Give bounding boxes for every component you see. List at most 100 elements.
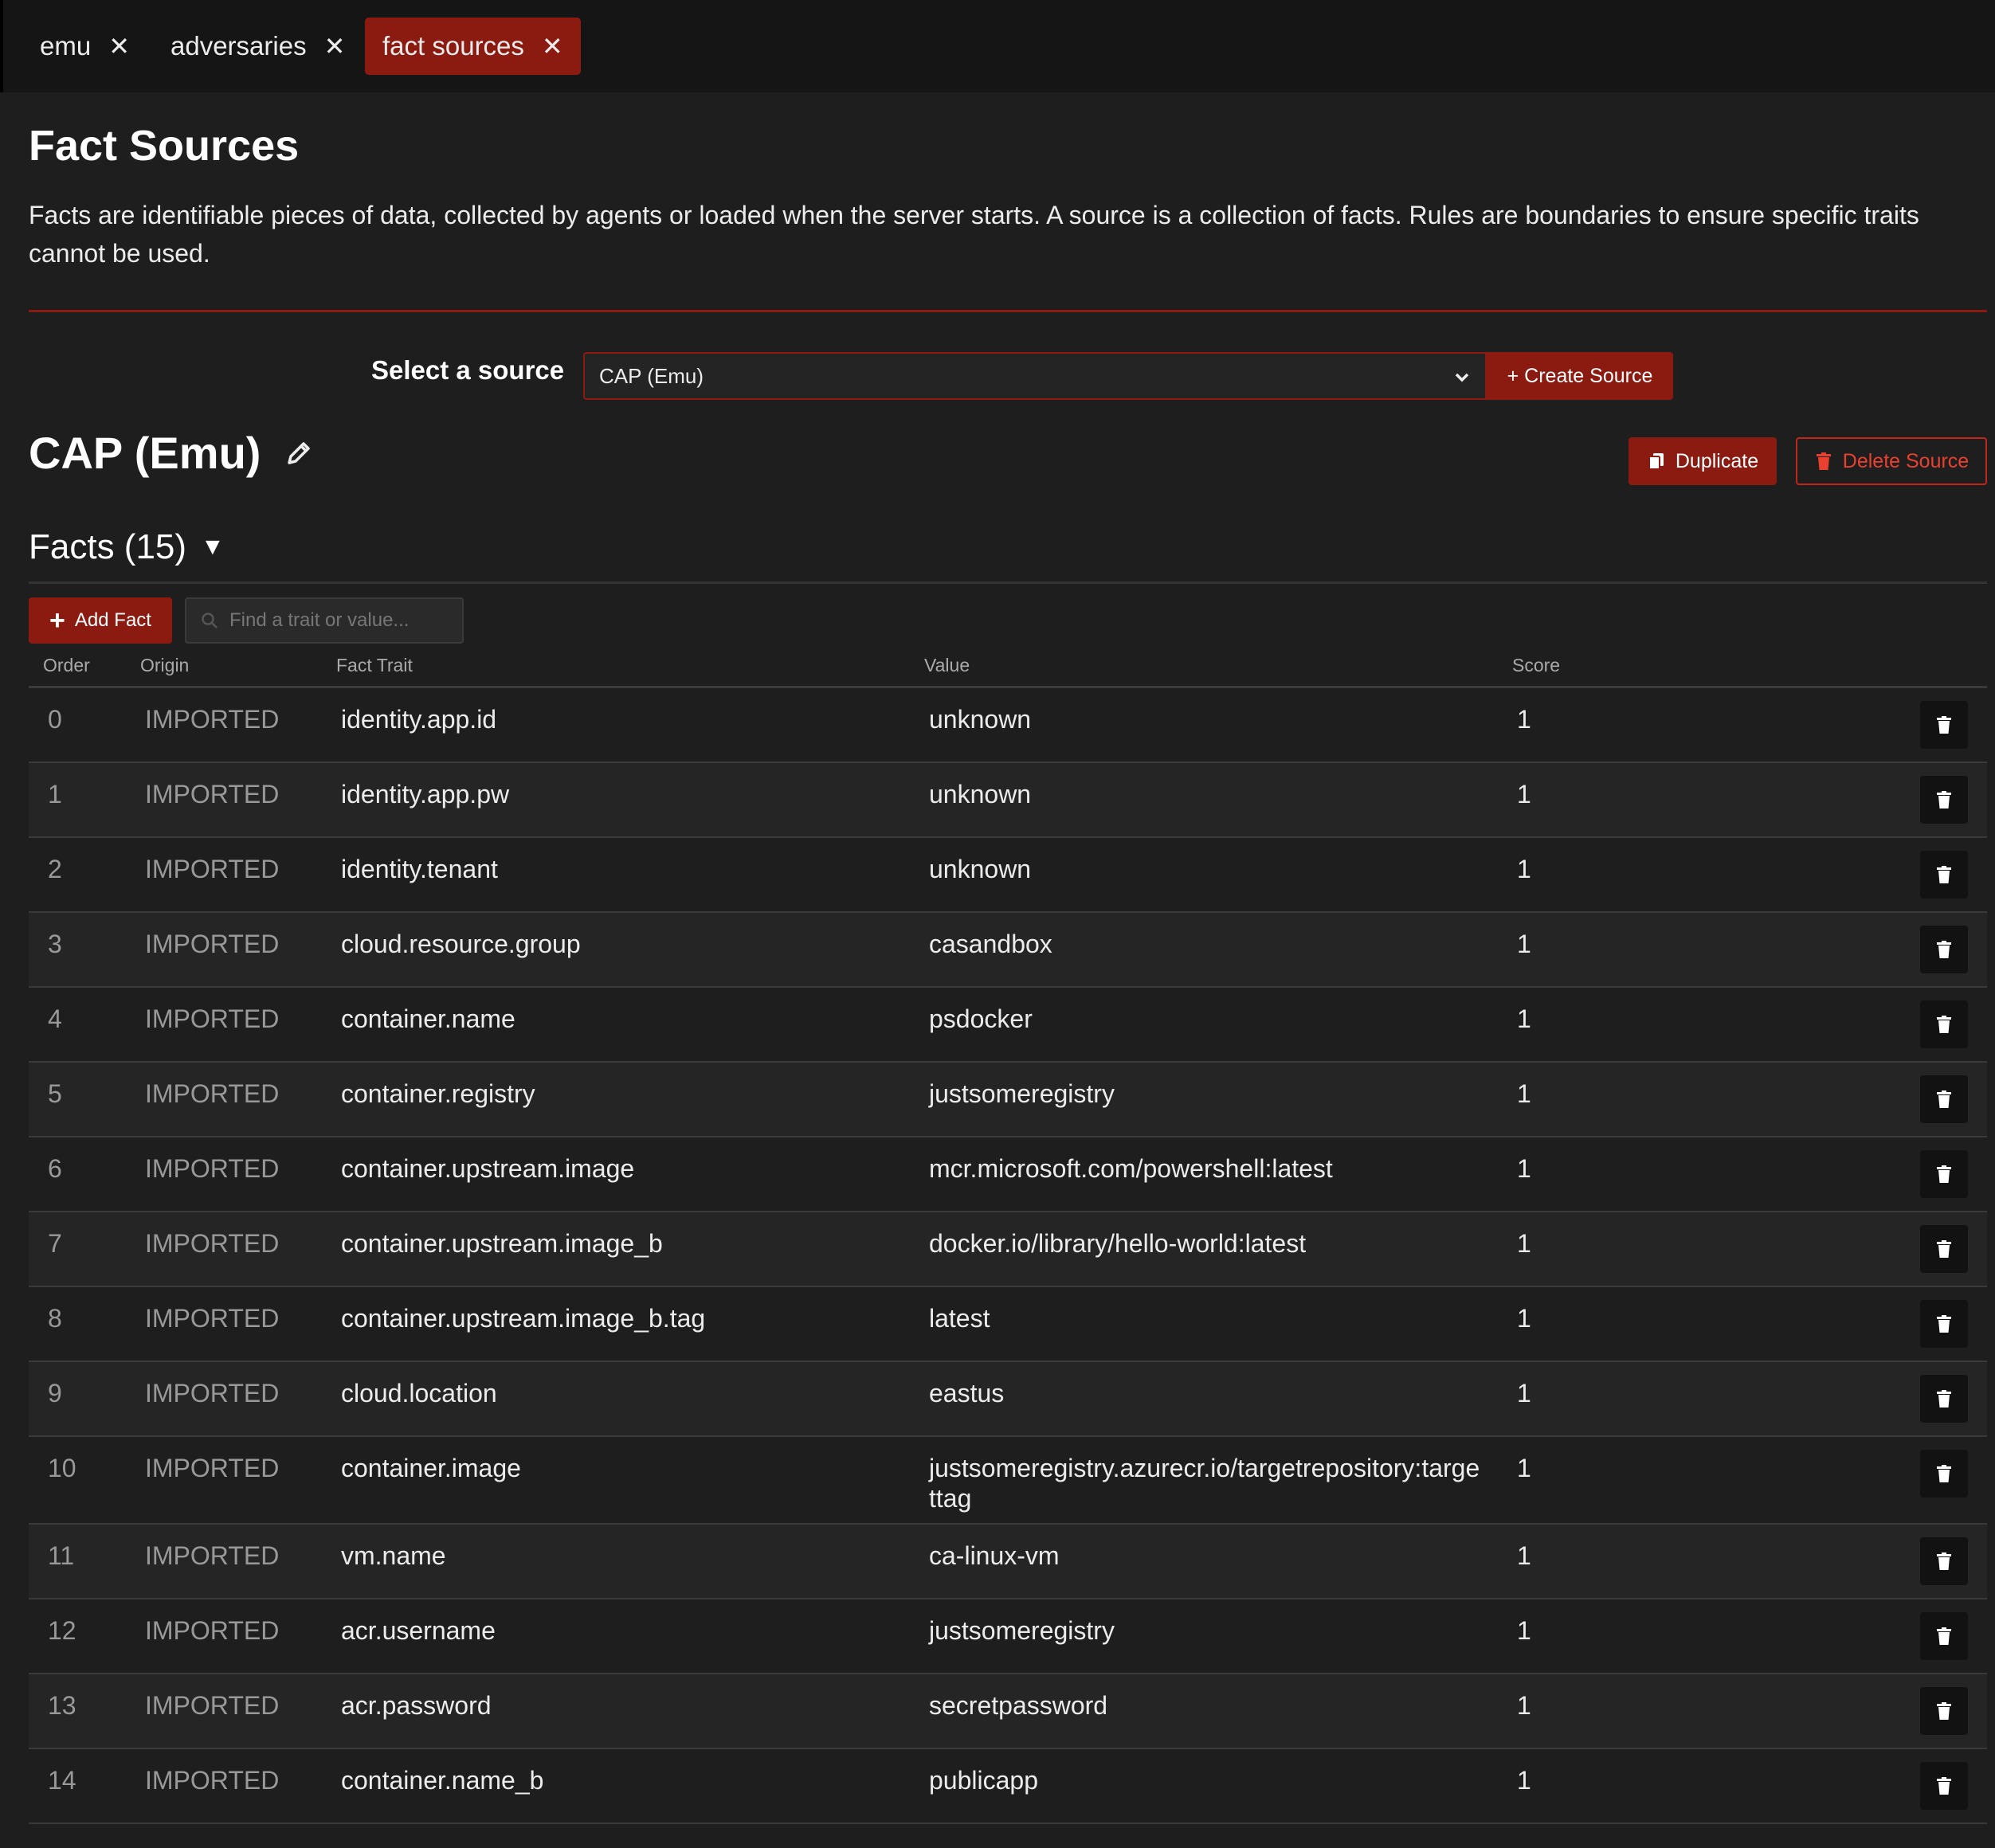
duplicate-button[interactable]: Duplicate: [1629, 437, 1777, 485]
facts-toggle[interactable]: Facts (15) ▼: [29, 527, 225, 567]
cell-origin: IMPORTED: [145, 930, 280, 958]
cell-origin: IMPORTED: [145, 1229, 280, 1258]
table-row: 7 IMPORTED container.upstream.image_b docke…: [29, 1212, 1987, 1287]
trash-icon: [1937, 1390, 1951, 1408]
delete-fact-button[interactable]: [1920, 1375, 1968, 1423]
cell-trait: vm.name: [341, 1541, 446, 1570]
delete-fact-button[interactable]: [1920, 1687, 1968, 1735]
tab-fact-sources[interactable]: fact sources ✕: [365, 18, 581, 75]
copy-icon: [1648, 453, 1664, 470]
divider: [29, 310, 1987, 312]
trash-icon: [1937, 1465, 1951, 1482]
cell-order: 0: [48, 705, 62, 734]
cell-order: 7: [48, 1229, 62, 1258]
create-source-button[interactable]: + Create Source: [1487, 352, 1673, 400]
trash-icon: [1937, 791, 1951, 808]
cell-score: 1: [1517, 1154, 1531, 1183]
close-icon[interactable]: ✕: [542, 31, 563, 61]
cell-origin: IMPORTED: [145, 1454, 280, 1482]
cell-value: secretpassword: [929, 1691, 1108, 1720]
cell-score: 1: [1517, 1304, 1531, 1333]
delete-fact-button[interactable]: [1920, 1000, 1968, 1048]
cell-value: ca-linux-vm: [929, 1541, 1060, 1570]
table-row: 12 IMPORTED acr.username justsomeregistry 1: [29, 1599, 1987, 1674]
trash-icon: [1937, 1552, 1951, 1570]
cell-trait: container.name: [341, 1004, 515, 1033]
cell-value: eastus: [929, 1379, 1005, 1408]
cell-value: psdocker: [929, 1004, 1033, 1033]
delete-fact-button[interactable]: [1920, 851, 1968, 899]
delete-fact-button[interactable]: [1920, 1762, 1968, 1810]
delete-fact-button[interactable]: [1920, 926, 1968, 973]
search-input[interactable]: [229, 609, 453, 632]
table-row: 4 IMPORTED container.name psdocker 1: [29, 988, 1987, 1063]
delete-fact-button[interactable]: [1920, 1075, 1968, 1123]
delete-fact-button[interactable]: [1920, 1612, 1968, 1660]
delete-fact-button[interactable]: [1920, 1225, 1968, 1273]
cell-score: 1: [1517, 1616, 1531, 1645]
cell-origin: IMPORTED: [145, 1541, 280, 1570]
tab-emu[interactable]: emu ✕: [22, 18, 147, 75]
delete-fact-button[interactable]: [1920, 1150, 1968, 1198]
delete-fact-button[interactable]: [1920, 1537, 1968, 1585]
cell-value: justsomeregistry: [929, 1616, 1115, 1645]
trash-icon: [1937, 1777, 1951, 1795]
trash-icon: [1937, 866, 1951, 883]
close-icon[interactable]: ✕: [108, 31, 130, 61]
pencil-icon[interactable]: [284, 439, 313, 468]
cell-order: 14: [48, 1766, 76, 1795]
facts-table: 0 IMPORTED identity.app.id unknown 1 1 IMPORTE…: [29, 688, 1987, 1824]
fact-search[interactable]: [185, 597, 464, 644]
table-row: 13 IMPORTED acr.password secretpassword 1: [29, 1674, 1987, 1749]
delete-source-button[interactable]: Delete Source: [1796, 437, 1987, 485]
add-fact-label: Add Fact: [74, 609, 151, 631]
close-icon[interactable]: ✕: [324, 31, 346, 61]
cell-score: 1: [1517, 855, 1531, 883]
duplicate-label: Duplicate: [1675, 449, 1759, 472]
column-header-score: Score: [1512, 655, 1561, 675]
trash-icon: [1937, 1090, 1951, 1108]
plus-icon: +: [49, 605, 65, 636]
cell-origin: IMPORTED: [145, 780, 280, 808]
trash-icon: [1816, 452, 1831, 470]
cell-trait: acr.password: [341, 1691, 492, 1720]
cell-order: 1: [48, 780, 62, 808]
tab-label: fact sources: [382, 31, 524, 61]
delete-fact-button[interactable]: [1920, 701, 1968, 749]
cell-order: 10: [48, 1454, 76, 1482]
cell-trait: acr.username: [341, 1616, 496, 1645]
table-row: 14 IMPORTED container.name_b publicapp 1: [29, 1749, 1987, 1824]
cell-origin: IMPORTED: [145, 855, 280, 883]
cell-origin: IMPORTED: [145, 1766, 280, 1795]
column-header-order: Order: [43, 655, 90, 675]
cell-origin: IMPORTED: [145, 1691, 280, 1720]
trash-icon: [1937, 1315, 1951, 1333]
table-row: 6 IMPORTED container.upstream.image mcr.mic…: [29, 1137, 1987, 1212]
cell-order: 6: [48, 1154, 62, 1183]
cell-order: 11: [48, 1541, 75, 1570]
cell-order: 3: [48, 930, 62, 958]
delete-fact-button[interactable]: [1920, 776, 1968, 824]
table-row: 8 IMPORTED container.upstream.image_b.tag l…: [29, 1287, 1987, 1362]
cell-value: unknown: [929, 780, 1032, 808]
table-row: 11 IMPORTED vm.name ca-linux-vm 1: [29, 1525, 1987, 1599]
cell-order: 8: [48, 1304, 62, 1333]
cell-value: justsomeregistry: [929, 1079, 1115, 1108]
trash-icon: [1937, 1016, 1951, 1033]
delete-fact-button[interactable]: [1920, 1300, 1968, 1348]
cell-value: casandbox: [929, 930, 1052, 958]
facts-header: Facts (15): [29, 527, 187, 566]
source-select[interactable]: CAP (Emu): [583, 352, 1487, 400]
page-title: Fact Sources: [29, 122, 300, 170]
cell-trait: cloud.resource.group: [341, 930, 581, 958]
cell-score: 1: [1517, 930, 1531, 958]
cell-trait: identity.app.pw: [341, 780, 510, 808]
cell-score: 1: [1517, 1229, 1531, 1258]
cell-origin: IMPORTED: [145, 1004, 280, 1033]
delete-fact-button[interactable]: [1920, 1450, 1968, 1498]
cell-score: 1: [1517, 1541, 1531, 1570]
tab-adversaries[interactable]: adversaries ✕: [153, 18, 363, 75]
add-fact-button[interactable]: + Add Fact: [29, 597, 172, 644]
select-source-label: Select a source: [371, 355, 565, 385]
cell-trait: identity.tenant: [341, 855, 498, 883]
